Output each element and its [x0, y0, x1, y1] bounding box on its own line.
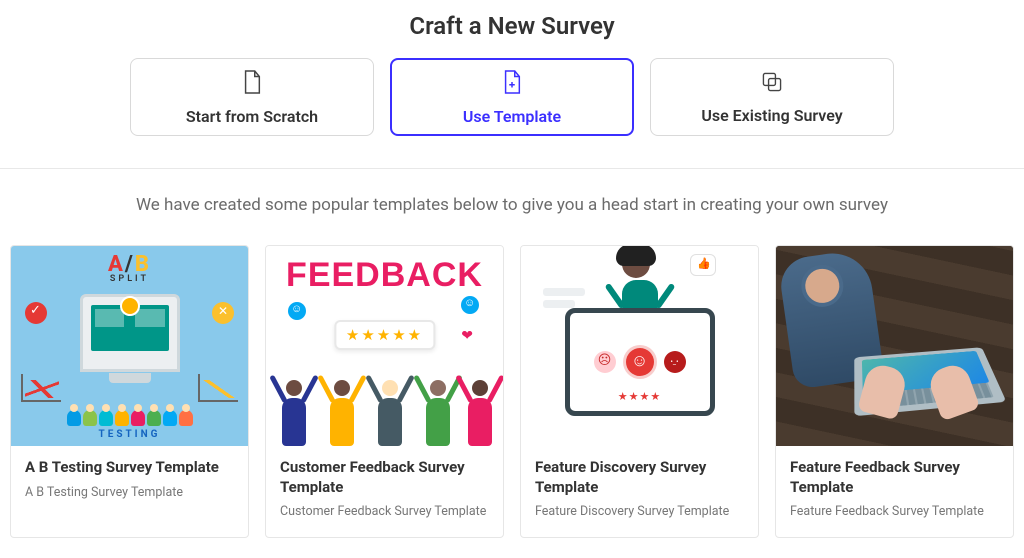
file-icon — [241, 69, 263, 99]
template-title: Feature Feedback Survey Template — [790, 458, 999, 497]
option-label: Start from Scratch — [186, 107, 318, 126]
template-title: A B Testing Survey Template — [25, 458, 234, 478]
option-use-template[interactable]: Use Template — [390, 58, 634, 136]
template-card-ab-testing[interactable]: A/B SPLIT TESTING A B Testing Survey Tem… — [10, 245, 249, 538]
template-description: Customer Feedback Survey Template — [280, 503, 489, 521]
template-title: Customer Feedback Survey Template — [280, 458, 489, 497]
template-thumbnail — [776, 246, 1013, 446]
template-card-feature-feedback[interactable]: Feature Feedback Survey Template Feature… — [775, 245, 1014, 538]
option-label: Use Template — [463, 107, 561, 126]
option-start-from-scratch[interactable]: Start from Scratch — [130, 58, 374, 136]
template-description: Feature Discovery Survey Template — [535, 503, 744, 521]
template-description: A B Testing Survey Template — [25, 484, 234, 502]
template-card-customer-feedback[interactable]: FEEDBACK ❤ ★★★★★ Customer Feedback Surve… — [265, 245, 504, 538]
file-plus-icon — [501, 69, 523, 99]
template-thumbnail: A/B SPLIT TESTING — [11, 246, 248, 446]
templates-grid: A/B SPLIT TESTING A B Testing Survey Tem… — [0, 245, 1024, 538]
template-thumbnail: ★★★★ — [521, 246, 758, 446]
option-use-existing-survey[interactable]: Use Existing Survey — [650, 58, 894, 136]
page-title: Craft a New Survey — [0, 0, 1024, 58]
template-thumbnail: FEEDBACK ❤ ★★★★★ — [266, 246, 503, 446]
option-label: Use Existing Survey — [701, 106, 842, 125]
template-description: Feature Feedback Survey Template — [790, 503, 999, 521]
template-title: Feature Discovery Survey Template — [535, 458, 744, 497]
templates-subtitle: We have created some popular templates b… — [0, 169, 1024, 245]
copy-icon — [760, 70, 784, 98]
template-card-feature-discovery[interactable]: ★★★★ Feature Discovery Survey Template F… — [520, 245, 759, 538]
creation-options: Start from Scratch Use Template Use Exis… — [0, 58, 1024, 169]
